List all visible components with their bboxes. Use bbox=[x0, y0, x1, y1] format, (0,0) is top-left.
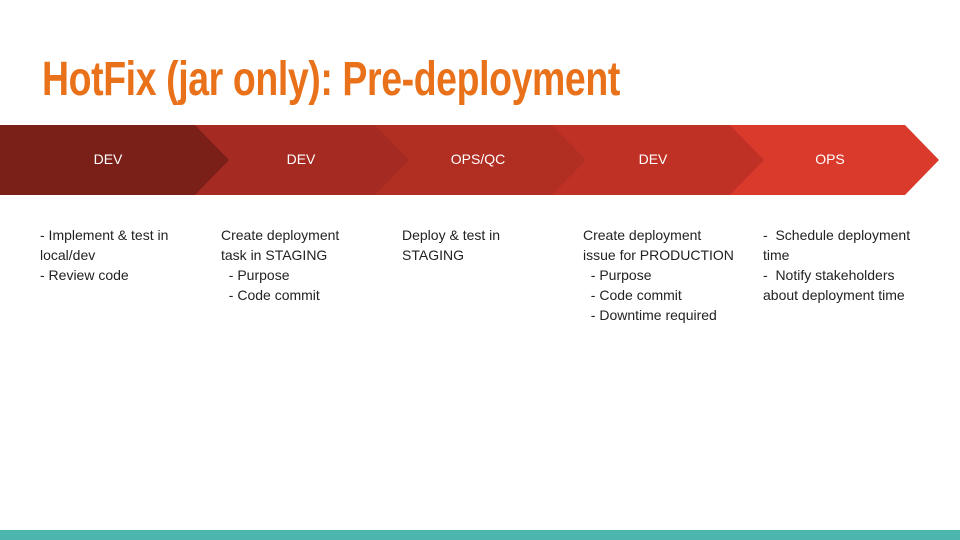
description-line: Deploy & test in bbox=[402, 227, 501, 243]
description-line: - Notify stakeholders bbox=[763, 267, 895, 283]
stage-label-2: DEV bbox=[286, 151, 316, 167]
stage-description-2: Create deployment task in STAGING - Purpo… bbox=[221, 225, 339, 305]
description-line: issue for PRODUCTION bbox=[583, 247, 734, 263]
stage-label-1: DEV bbox=[93, 151, 123, 167]
description-line: about deployment time bbox=[763, 287, 905, 303]
stage-description-3: Deploy & test in STAGING bbox=[402, 225, 500, 265]
description-line: - Purpose bbox=[583, 267, 652, 283]
stage-label-5: OPS bbox=[815, 151, 845, 167]
description-line: - Implement & test in bbox=[40, 227, 169, 243]
description-line: task in STAGING bbox=[221, 247, 328, 263]
description-line: time bbox=[763, 247, 790, 263]
description-line: - Downtime required bbox=[583, 307, 717, 323]
description-line: - Review code bbox=[40, 267, 129, 283]
description-line: STAGING bbox=[402, 247, 464, 263]
slide-title: HotFix (jar only): Pre-deployment bbox=[42, 53, 620, 106]
stage-description-1: - Implement & test in local/dev - Review c… bbox=[40, 225, 168, 285]
footer-accent-bar bbox=[0, 530, 960, 540]
description-line: - Code commit bbox=[221, 287, 320, 303]
description-line: local/dev bbox=[40, 247, 96, 263]
stage-label-3: OPS/QC bbox=[450, 151, 506, 167]
description-line: Create deployment bbox=[221, 227, 340, 243]
description-line: - Schedule deployment bbox=[763, 227, 911, 243]
description-line: - Purpose bbox=[221, 267, 290, 283]
description-line: Create deployment bbox=[583, 227, 702, 243]
stage-description-5: - Schedule deployment time - Notify stakeh… bbox=[763, 225, 910, 305]
description-line: - Code commit bbox=[583, 287, 682, 303]
stage-label-4: DEV bbox=[638, 151, 668, 167]
stage-description-4: Create deployment issue for PRODUCTION - … bbox=[583, 225, 734, 325]
